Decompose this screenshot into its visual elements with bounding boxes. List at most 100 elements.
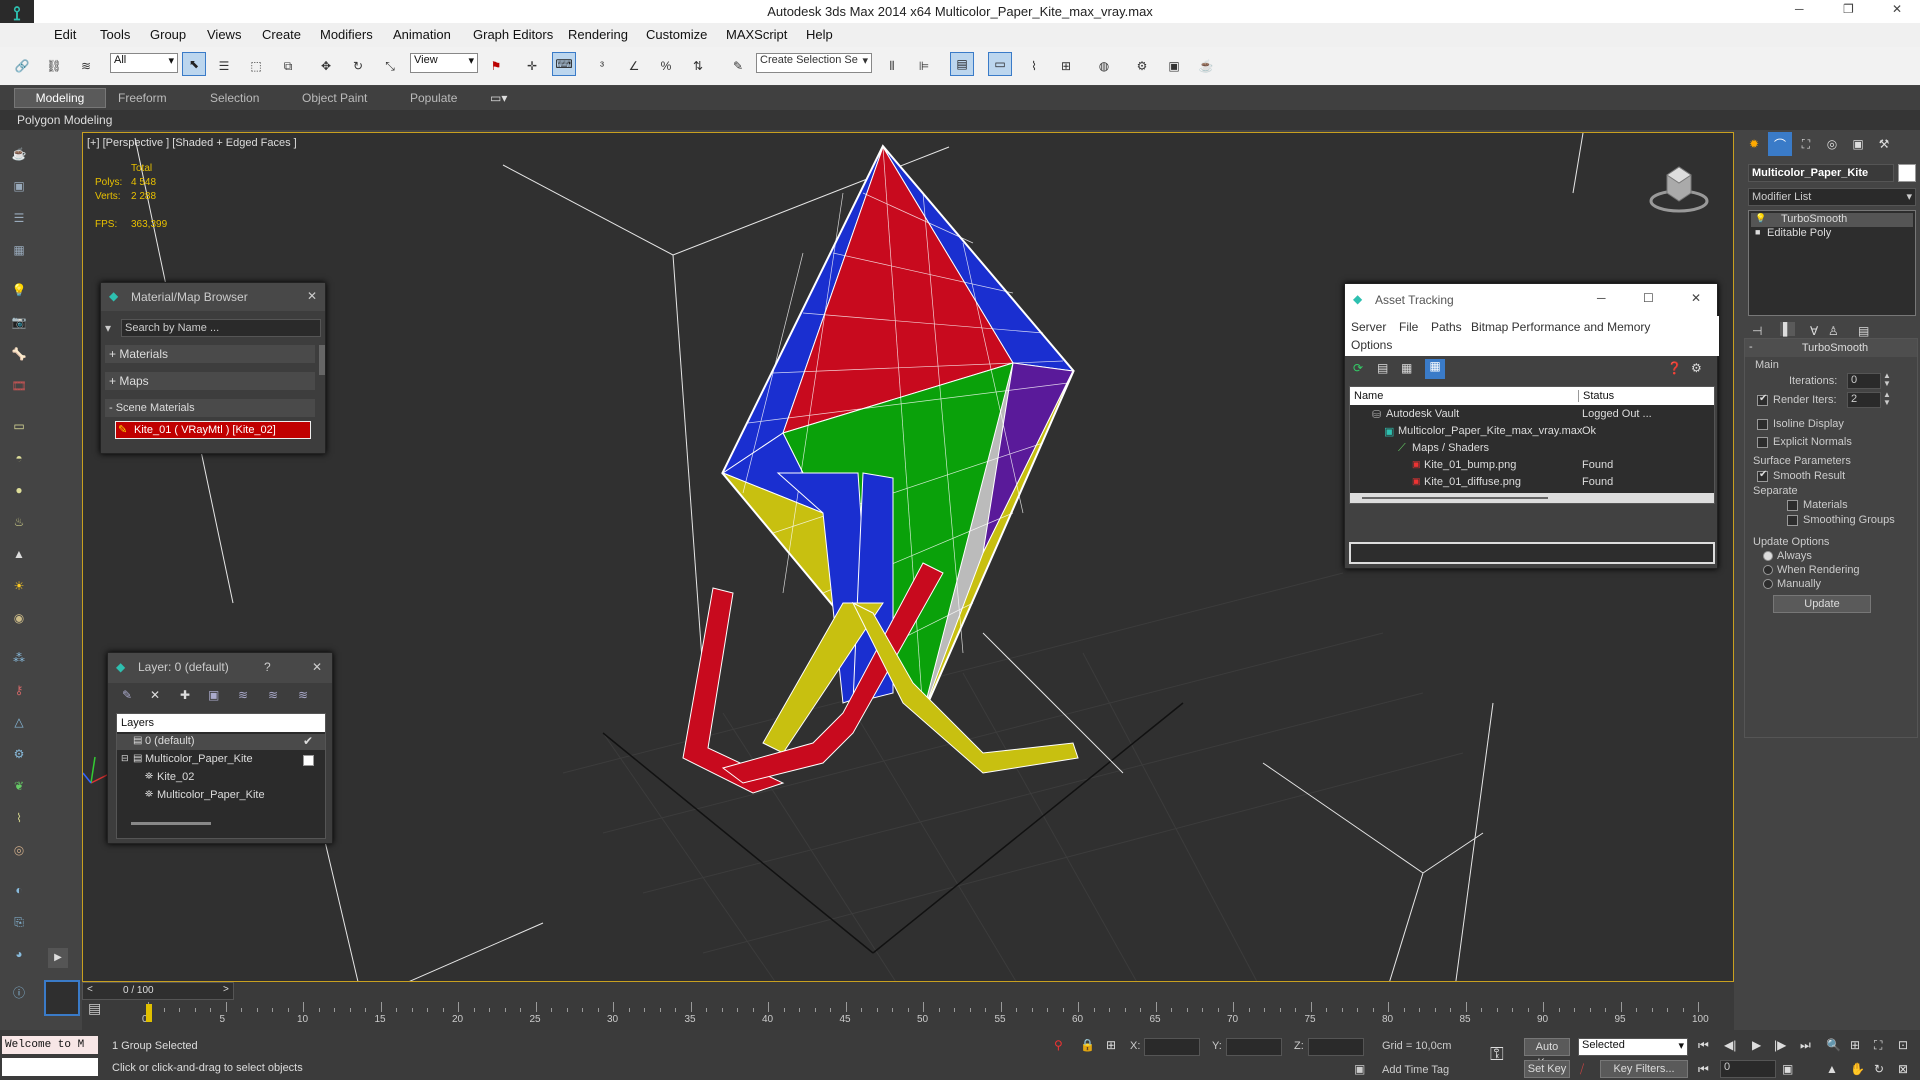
tab-freeform[interactable]: Freeform xyxy=(118,91,167,105)
select-manipulate-icon[interactable]: ✛ xyxy=(520,54,544,78)
collapse-icon[interactable]: ⊟ xyxy=(121,753,129,764)
menu-customize[interactable]: Customize xyxy=(646,27,707,42)
menu-maxscript[interactable]: MAXScript xyxy=(726,27,787,42)
layer-row[interactable]: ⛯ Kite_02 xyxy=(117,770,325,786)
layer-row[interactable]: ▤ 0 (default) ✔ xyxy=(117,734,325,750)
expand-icon[interactable]: ■ xyxy=(1755,227,1760,237)
object-name-field[interactable]: Multicolor_Paper_Kite xyxy=(1748,164,1894,182)
angle-snap-icon[interactable]: ∠ xyxy=(622,54,646,78)
menu-views[interactable]: Views xyxy=(207,27,241,42)
next-key-icon[interactable]: |▶ xyxy=(1774,1038,1786,1052)
render-iters-spinner[interactable]: 2 xyxy=(1847,392,1881,408)
active-layer-check-icon[interactable]: ✔ xyxy=(303,734,313,748)
track-bar[interactable]: 0 5 10 15 20 25 30 35 40 45 50 55 60 65 70 75 80 85 90 95 10… xyxy=(126,1002,1726,1030)
mirror-icon[interactable]: ⫴ xyxy=(880,54,904,78)
abs-mode-icon[interactable]: ⊞ xyxy=(1106,1038,1116,1052)
render-frame-icon[interactable]: ▣ xyxy=(7,174,31,198)
close-button[interactable]: ✕ xyxy=(1892,2,1902,16)
rendered-frame-icon[interactable]: ▣ xyxy=(1162,54,1186,78)
col-name[interactable]: Name xyxy=(1354,390,1383,402)
rotate-icon[interactable]: ↻ xyxy=(346,54,370,78)
remove-modifier-icon[interactable]: ♙ xyxy=(1828,324,1839,338)
pivot-icon[interactable]: ⚑ xyxy=(484,54,508,78)
asset-menu-file[interactable]: File xyxy=(1399,320,1418,334)
asset-help-icon[interactable]: ❓ xyxy=(1667,361,1682,375)
table-row[interactable]: ▣ Kite_01_diffuse.png Found xyxy=(1350,475,1714,491)
spinner-arrows-icon[interactable]: ▲ ▼ xyxy=(1883,391,1891,407)
light-bulb-icon[interactable]: 💡 xyxy=(1755,213,1766,224)
asset-hscrollbar[interactable] xyxy=(1350,493,1714,503)
prev-key-icon[interactable]: ◀| xyxy=(1724,1038,1736,1052)
rect-selection-icon[interactable]: ⬚ xyxy=(244,54,268,78)
spinner-arrows-icon[interactable]: ▲ ▼ xyxy=(1883,372,1891,388)
menu-create[interactable]: Create xyxy=(262,27,301,42)
asset-maximize-button[interactable]: ☐ xyxy=(1643,291,1654,305)
snaps-toggle-icon[interactable]: ³ xyxy=(590,54,614,78)
minimize-button[interactable]: ─ xyxy=(1795,2,1804,16)
maps-group[interactable]: + Maps xyxy=(105,372,315,390)
current-frame-field[interactable]: 0 xyxy=(1720,1060,1776,1078)
material-browser-close[interactable]: ✕ xyxy=(307,289,317,303)
pan-icon[interactable]: ✋ xyxy=(1850,1062,1865,1076)
menu-group[interactable]: Group xyxy=(150,27,186,42)
reference-coord-dropdown[interactable]: View ▾ xyxy=(410,53,478,73)
plant-icon[interactable]: ❦ xyxy=(7,774,31,798)
render-iters-checkbox[interactable]: ✔ xyxy=(1757,393,1768,406)
select-object-icon[interactable]: ⬉ xyxy=(182,52,206,76)
hair-icon[interactable]: ⌇ xyxy=(7,806,31,830)
layer-dialog-close[interactable]: ✕ xyxy=(312,660,322,674)
smoothing-groups-checkbox[interactable] xyxy=(1787,515,1798,526)
pin-stack-icon[interactable]: ⊣ xyxy=(1752,324,1762,338)
plane-icon[interactable]: ▭ xyxy=(7,414,31,438)
dome-icon[interactable]: ◓ xyxy=(7,446,31,470)
modifier-list-dropdown[interactable]: Modifier List ▾ xyxy=(1748,188,1916,206)
table-icon[interactable]: ▦ xyxy=(7,238,31,262)
configure-sets-icon[interactable]: ▤ xyxy=(1858,324,1869,338)
delete-layer-icon[interactable]: ✕ xyxy=(150,688,160,702)
stack-item-turbosmooth[interactable]: 💡 TurboSmooth xyxy=(1751,213,1913,227)
texture-icon[interactable]: ◎ xyxy=(7,838,31,862)
layer-row[interactable]: ⛯ Multicolor_Paper_Kite xyxy=(117,788,325,804)
asset-menu-server[interactable]: Server xyxy=(1351,320,1386,334)
next-frame-icon[interactable]: > xyxy=(223,984,229,995)
maxscript-output[interactable] xyxy=(2,1058,98,1076)
key-filters-button[interactable]: Key Filters... xyxy=(1600,1060,1688,1078)
layer-dialog-header[interactable]: ◆ Layer: 0 (default) ? ✕ xyxy=(108,653,332,683)
teapot-icon[interactable]: ☕ xyxy=(7,142,31,166)
maxscript-listener[interactable]: Welcome to M xyxy=(2,1036,98,1054)
material-sphere-icon[interactable]: ◉ xyxy=(7,606,31,630)
add-time-tag[interactable]: Add Time Tag xyxy=(1382,1064,1449,1076)
asset-menu-options[interactable]: Options xyxy=(1351,338,1392,352)
spinner-snap-icon[interactable]: ⇅ xyxy=(686,54,710,78)
layer-hscrollbar[interactable] xyxy=(131,822,211,825)
zoom-extents-icon[interactable]: ⛶ xyxy=(1874,1038,1882,1053)
script-icon[interactable]: ⎘ xyxy=(7,910,31,934)
table-view-icon[interactable]: ▦ xyxy=(1425,359,1445,379)
link-icon[interactable]: 🔗 xyxy=(10,54,34,78)
menu-tools[interactable]: Tools xyxy=(100,27,130,42)
named-selection-sets-dropdown[interactable]: Create Selection Se ▾ xyxy=(756,53,872,73)
create-tab-icon[interactable]: ✹ xyxy=(1742,132,1766,156)
update-button[interactable]: Update xyxy=(1773,595,1871,613)
material-editor-icon[interactable]: ◍ xyxy=(1092,54,1116,78)
iterations-spinner[interactable]: 0 xyxy=(1847,373,1881,389)
prev-frame-icon[interactable]: < xyxy=(87,984,93,995)
bone-icon[interactable]: 🦴 xyxy=(7,342,31,366)
time-config-icon[interactable]: ▣ xyxy=(1782,1062,1793,1076)
browser-scrollbar[interactable] xyxy=(319,345,325,375)
object-color-swatch[interactable] xyxy=(1898,164,1916,182)
zoom-icon[interactable]: 🔍 xyxy=(1826,1038,1841,1052)
tab-object-paint[interactable]: Object Paint xyxy=(302,91,367,105)
time-slider[interactable]: < 0 / 100 > xyxy=(82,982,234,1000)
key-icon[interactable]: ⚷ xyxy=(7,678,31,702)
expand-play-icon[interactable]: ▶ xyxy=(48,948,68,968)
layer-manager-icon[interactable]: ▤ xyxy=(950,52,974,76)
menu-graph-editors[interactable]: Graph Editors xyxy=(473,27,553,42)
table-row[interactable]: ▣ Multicolor_Paper_Kite_max_vray.max Ok xyxy=(1350,424,1714,440)
tab-populate[interactable]: Populate xyxy=(410,91,457,105)
table-row[interactable]: ▣ Kite_01_bump.png Found xyxy=(1350,458,1714,474)
cone-icon[interactable]: ▲ xyxy=(7,542,31,566)
triangle-icon[interactable]: △ xyxy=(7,710,31,734)
asset-tracking-header[interactable]: ◆ Asset Tracking ─ ☐ ✕ xyxy=(1345,284,1717,316)
rollout-header[interactable]: - TurboSmooth xyxy=(1745,339,1917,357)
